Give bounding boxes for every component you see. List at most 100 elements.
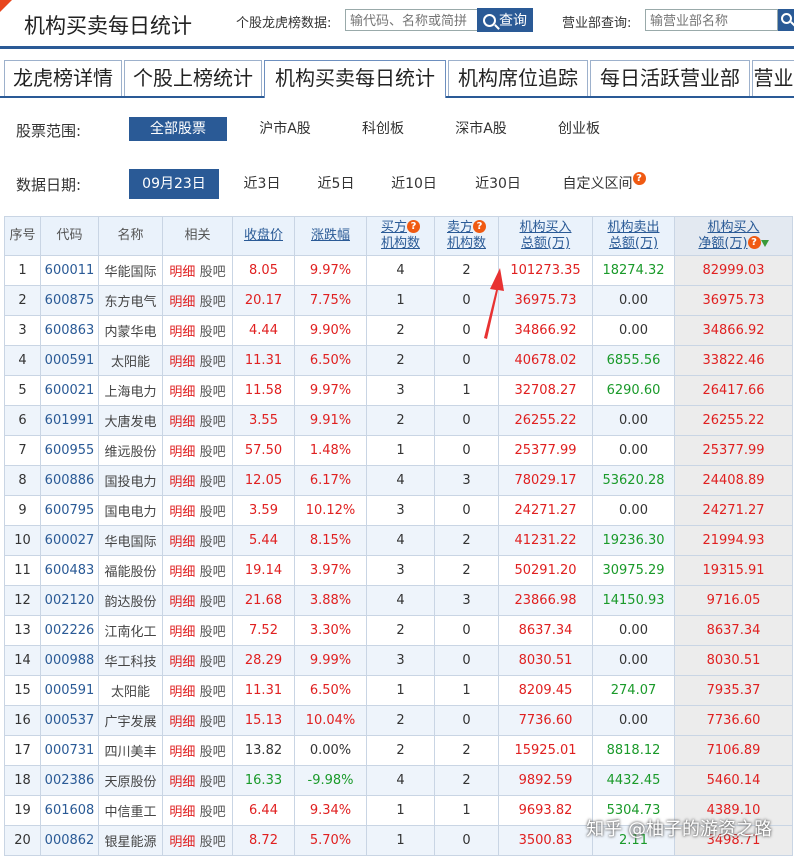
cell-name-link[interactable]: 广宇发展 [98, 705, 163, 736]
cell-code-link[interactable]: 002226 [40, 615, 99, 646]
scope-chinext[interactable]: 创业板 [546, 117, 612, 141]
cell-name-link[interactable]: 内蒙华电 [98, 315, 163, 346]
cell-name-link[interactable]: 华电国际 [98, 525, 163, 556]
col-buyers-sort[interactable]: 买方? 机构数 [366, 216, 435, 256]
tab-branches[interactable]: 营业 [752, 60, 794, 96]
cell-code-link[interactable]: 600886 [40, 465, 99, 496]
date-custom[interactable]: 自定义区间? [552, 172, 656, 196]
detail-link[interactable]: 明细 [169, 625, 195, 640]
cell-name-link[interactable]: 福能股份 [98, 555, 163, 586]
cell-code-link[interactable]: 600027 [40, 525, 99, 556]
tab-lhb-detail[interactable]: 龙虎榜详情 [4, 60, 122, 96]
cell-name-link[interactable]: 华工科技 [98, 645, 163, 676]
forum-link[interactable]: 股吧 [200, 805, 226, 820]
cell-name-link[interactable]: 上海电力 [98, 375, 163, 406]
forum-link[interactable]: 股吧 [200, 775, 226, 790]
cell-code-link[interactable]: 000537 [40, 705, 99, 736]
detail-link[interactable]: 明细 [169, 685, 195, 700]
cell-name-link[interactable]: 太阳能 [98, 675, 163, 706]
forum-link[interactable]: 股吧 [200, 745, 226, 760]
detail-link[interactable]: 明细 [169, 325, 195, 340]
detail-link[interactable]: 明细 [169, 595, 195, 610]
forum-link[interactable]: 股吧 [200, 625, 226, 640]
cell-code-link[interactable]: 000988 [40, 645, 99, 676]
detail-link[interactable]: 明细 [169, 655, 195, 670]
cell-name-link[interactable]: 中信重工 [98, 795, 163, 826]
forum-link[interactable]: 股吧 [200, 385, 226, 400]
detail-link[interactable]: 明细 [169, 505, 195, 520]
forum-link[interactable]: 股吧 [200, 475, 226, 490]
cell-code-link[interactable]: 600795 [40, 495, 99, 526]
forum-link[interactable]: 股吧 [200, 595, 226, 610]
cell-code-link[interactable]: 000591 [40, 345, 99, 376]
cell-name-link[interactable]: 华能国际 [98, 255, 163, 286]
date-5d[interactable]: 近5日 [308, 172, 364, 196]
scope-all-stocks[interactable]: 全部股票 [129, 117, 227, 141]
cell-name-link[interactable]: 四川美丰 [98, 735, 163, 766]
col-sell-total-sort[interactable]: 机构卖出 总额(万) [592, 216, 675, 256]
question-icon[interactable]: ? [407, 220, 420, 233]
date-0923[interactable]: 09月23日 [129, 169, 219, 199]
cell-code-link[interactable]: 601608 [40, 795, 99, 826]
cell-code-link[interactable]: 000591 [40, 675, 99, 706]
cell-code-link[interactable]: 600011 [40, 255, 99, 286]
forum-link[interactable]: 股吧 [200, 685, 226, 700]
detail-link[interactable]: 明细 [169, 805, 195, 820]
col-close-sort[interactable]: 收盘价 [232, 216, 295, 256]
forum-link[interactable]: 股吧 [200, 265, 226, 280]
detail-link[interactable]: 明细 [169, 835, 195, 850]
scope-sh-a[interactable]: 沪市A股 [248, 117, 322, 141]
detail-link[interactable]: 明细 [169, 355, 195, 370]
cell-name-link[interactable]: 国投电力 [98, 465, 163, 496]
question-icon[interactable]: ? [747, 236, 761, 249]
forum-link[interactable]: 股吧 [200, 835, 226, 850]
cell-name-link[interactable]: 大唐发电 [98, 405, 163, 436]
cell-code-link[interactable]: 601991 [40, 405, 99, 436]
tab-seat-tracking[interactable]: 机构席位追踪 [448, 60, 588, 96]
forum-link[interactable]: 股吧 [200, 715, 226, 730]
detail-link[interactable]: 明细 [169, 445, 195, 460]
cell-code-link[interactable]: 000731 [40, 735, 99, 766]
branch-search-input[interactable] [645, 9, 778, 31]
date-30d[interactable]: 近30日 [466, 172, 530, 196]
cell-code-link[interactable]: 600955 [40, 435, 99, 466]
col-change-sort[interactable]: 涨跌幅 [294, 216, 367, 256]
detail-link[interactable]: 明细 [169, 715, 195, 730]
detail-link[interactable]: 明细 [169, 415, 195, 430]
question-icon[interactable]: ? [473, 220, 486, 233]
cell-code-link[interactable]: 600021 [40, 375, 99, 406]
detail-link[interactable]: 明细 [169, 295, 195, 310]
detail-link[interactable]: 明细 [169, 385, 195, 400]
scope-sz-a[interactable]: 深市A股 [444, 117, 518, 141]
stock-search-input[interactable] [345, 9, 477, 31]
scope-star-market[interactable]: 科创板 [350, 117, 416, 141]
forum-link[interactable]: 股吧 [200, 295, 226, 310]
forum-link[interactable]: 股吧 [200, 505, 226, 520]
cell-code-link[interactable]: 002386 [40, 765, 99, 796]
forum-link[interactable]: 股吧 [200, 355, 226, 370]
cell-name-link[interactable]: 银星能源 [98, 825, 163, 856]
search-button[interactable]: 查询 [477, 8, 533, 32]
cell-name-link[interactable]: 东方电气 [98, 285, 163, 316]
detail-link[interactable]: 明细 [169, 475, 195, 490]
detail-link[interactable]: 明细 [169, 535, 195, 550]
forum-link[interactable]: 股吧 [200, 535, 226, 550]
branch-search-button[interactable] [778, 9, 794, 31]
detail-link[interactable]: 明细 [169, 265, 195, 280]
detail-link[interactable]: 明细 [169, 565, 195, 580]
cell-code-link[interactable]: 002120 [40, 585, 99, 616]
cell-name-link[interactable]: 天原股份 [98, 765, 163, 796]
cell-code-link[interactable]: 600875 [40, 285, 99, 316]
col-net-sort[interactable]: 机构买入 净额(万)? [674, 216, 793, 256]
cell-code-link[interactable]: 000862 [40, 825, 99, 856]
tab-institution-daily[interactable]: 机构买卖每日统计 [264, 60, 446, 98]
cell-name-link[interactable]: 江南化工 [98, 615, 163, 646]
tab-active-branches[interactable]: 每日活跃营业部 [590, 60, 750, 96]
col-buy-total-sort[interactable]: 机构买入 总额(万) [498, 216, 593, 256]
cell-name-link[interactable]: 国电电力 [98, 495, 163, 526]
question-icon[interactable]: ? [632, 172, 646, 185]
cell-code-link[interactable]: 600483 [40, 555, 99, 586]
cell-code-link[interactable]: 600863 [40, 315, 99, 346]
detail-link[interactable]: 明细 [169, 775, 195, 790]
cell-name-link[interactable]: 维远股份 [98, 435, 163, 466]
